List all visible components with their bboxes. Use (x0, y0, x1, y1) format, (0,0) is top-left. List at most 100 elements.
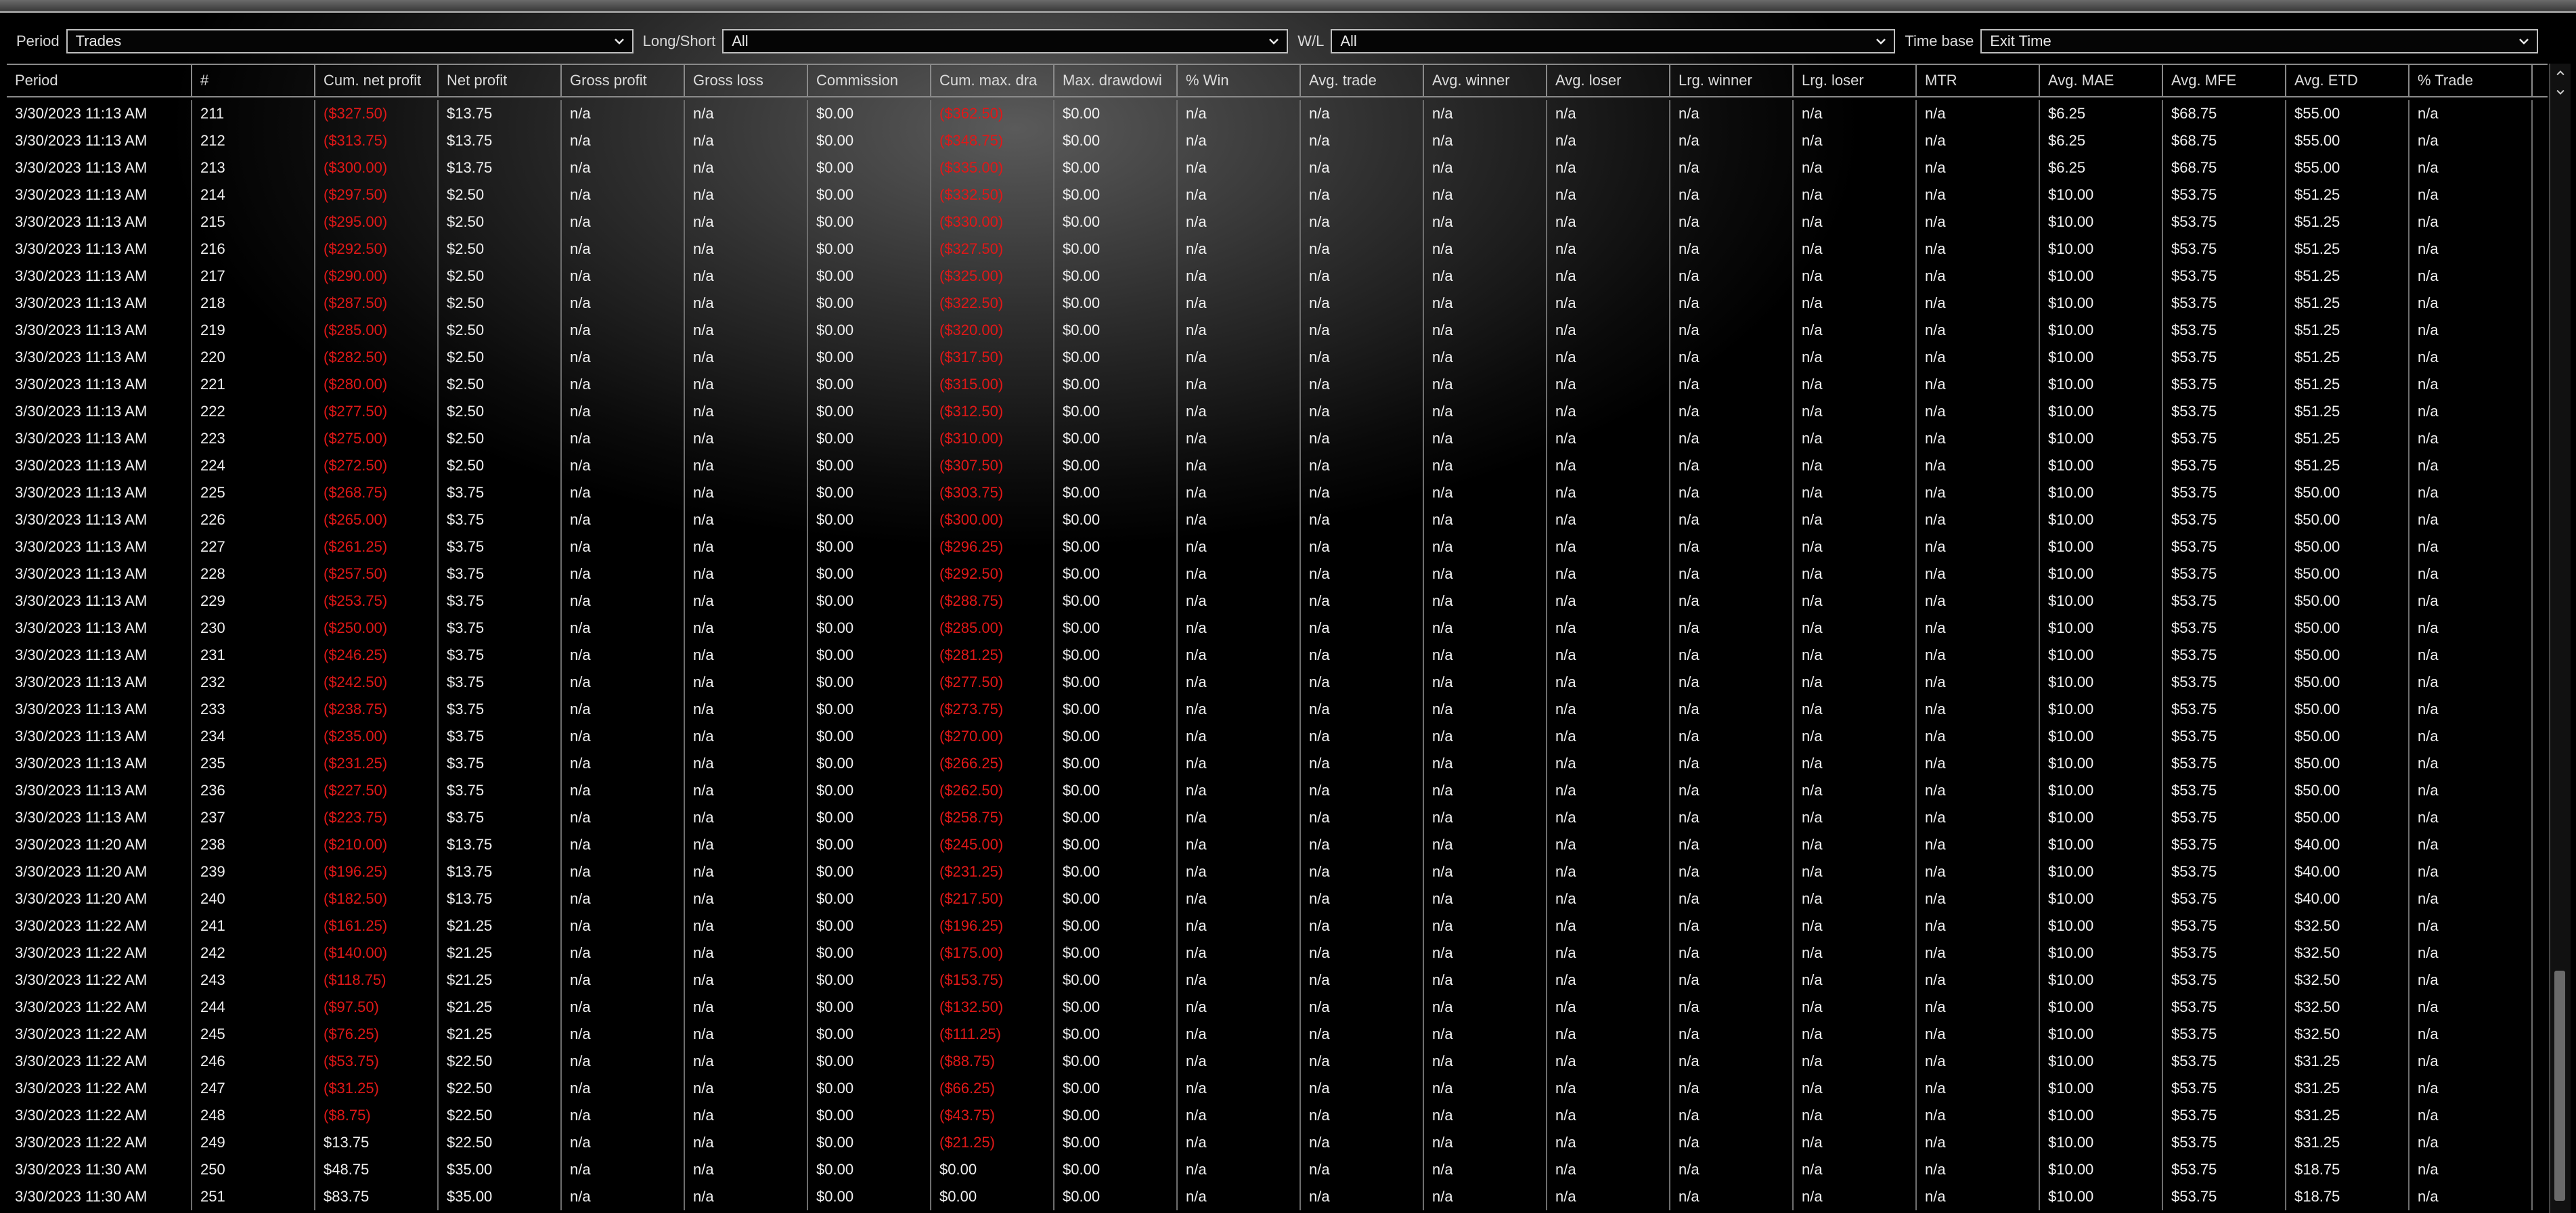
table-row[interactable]: 3/30/2023 11:13 AM 228 ($257.50) $3.75 n/a n/… (7, 560, 2548, 588)
table-cell: n/a (1547, 696, 1670, 723)
table-row[interactable]: 3/30/2023 11:13 AM 217 ($290.00) $2.50 n/a n/… (7, 263, 2548, 290)
table-cell: n/a (562, 1156, 685, 1183)
vertical-scrollbar[interactable] (2549, 64, 2571, 1213)
column-header[interactable]: Avg. winner (1424, 65, 1547, 96)
table-row[interactable]: 3/30/2023 11:22 AM 243 ($118.75) $21.25 n/a n… (7, 967, 2548, 994)
table-cell: n/a (685, 1075, 808, 1102)
table-cell: 3/30/2023 11:13 AM (7, 506, 192, 533)
table-cell: $0.00 (1054, 804, 1178, 831)
column-header[interactable]: Lrg. loser (1794, 65, 1917, 96)
period-select[interactable]: Trades (66, 29, 634, 53)
table-row[interactable]: 3/30/2023 11:13 AM 220 ($282.50) $2.50 n/a n/… (7, 344, 2548, 371)
long-short-select[interactable]: All (722, 29, 1289, 53)
table-row[interactable]: 3/30/2023 11:13 AM 211 ($327.50) $13.75 n/a n… (7, 100, 2548, 127)
table-row[interactable]: 3/30/2023 11:13 AM 215 ($295.00) $2.50 n/a n/… (7, 208, 2548, 236)
table-cell: $0.00 (1054, 723, 1178, 750)
column-header[interactable]: Avg. MAE (2040, 65, 2163, 96)
table-row[interactable]: 3/30/2023 11:20 AM 240 ($182.50) $13.75 n/a n… (7, 885, 2548, 912)
table-row[interactable]: 3/30/2023 11:13 AM 231 ($246.25) $3.75 n/a n/… (7, 642, 2548, 669)
table-row[interactable]: 3/30/2023 11:13 AM 236 ($227.50) $3.75 n/a n/… (7, 777, 2548, 804)
column-header[interactable]: Cum. net profit (315, 65, 439, 96)
table-cell: n/a (1794, 127, 1917, 154)
column-header[interactable]: % Win (1178, 65, 1301, 96)
column-header[interactable]: Gross loss (685, 65, 808, 96)
table-cell: $51.25 (2286, 290, 2410, 317)
column-header[interactable]: Avg. trade (1301, 65, 1424, 96)
column-header[interactable]: Cum. max. dra (931, 65, 1054, 96)
column-header[interactable]: Lrg. winner (1670, 65, 1794, 96)
table-cell: 224 (192, 452, 315, 479)
table-row[interactable]: 3/30/2023 11:13 AM 232 ($242.50) $3.75 n/a n/… (7, 669, 2548, 696)
table-cell: n/a (1301, 317, 1424, 344)
table-row[interactable]: 3/30/2023 11:22 AM 247 ($31.25) $22.50 n/a n/… (7, 1075, 2548, 1102)
table-row[interactable]: 3/30/2023 11:13 AM 224 ($272.50) $2.50 n/a n/… (7, 452, 2548, 479)
table-row[interactable]: 3/30/2023 11:20 AM 239 ($196.25) $13.75 n/a n… (7, 858, 2548, 885)
column-header[interactable]: Gross profit (562, 65, 685, 96)
table-cell: $2.50 (439, 452, 562, 479)
table-row[interactable]: 3/30/2023 11:22 AM 244 ($97.50) $21.25 n/a n/… (7, 994, 2548, 1021)
column-header[interactable]: Commission (808, 65, 931, 96)
table-cell: n/a (1917, 560, 2040, 588)
column-header[interactable]: Max. drawdowi (1054, 65, 1178, 96)
table-row[interactable]: 3/30/2023 11:22 AM 249 $13.75 $22.50 n/a n/a $… (7, 1129, 2548, 1156)
column-header[interactable]: % Trade (2410, 65, 2533, 96)
column-header[interactable]: MTR (1917, 65, 2040, 96)
table-row[interactable]: 3/30/2023 11:13 AM 226 ($265.00) $3.75 n/a n/… (7, 506, 2548, 533)
table-row[interactable]: 3/30/2023 11:13 AM 214 ($297.50) $2.50 n/a n/… (7, 181, 2548, 208)
table-row[interactable]: 3/30/2023 11:13 AM 212 ($313.75) $13.75 n/a n… (7, 127, 2548, 154)
table-row[interactable]: 3/30/2023 11:13 AM 230 ($250.00) $3.75 n/a n/… (7, 615, 2548, 642)
table-row[interactable]: 3/30/2023 11:13 AM 223 ($275.00) $2.50 n/a n/… (7, 425, 2548, 452)
time-base-select[interactable]: Exit Time (1980, 29, 2539, 53)
table-cell: n/a (1794, 452, 1917, 479)
table-row[interactable]: 3/30/2023 11:22 AM 245 ($76.25) $21.25 n/a n/… (7, 1021, 2548, 1048)
table-cell: ($132.50) (931, 994, 1054, 1021)
table-row[interactable]: 3/30/2023 11:13 AM 213 ($300.00) $13.75 n/a n… (7, 154, 2548, 181)
table-row[interactable]: 3/30/2023 11:13 AM 218 ($287.50) $2.50 n/a n/… (7, 290, 2548, 317)
table-row[interactable]: 3/30/2023 11:22 AM 241 ($161.25) $21.25 n/a n… (7, 912, 2548, 940)
table-cell: $53.75 (2163, 642, 2286, 669)
table-row[interactable]: 3/30/2023 11:13 AM 221 ($280.00) $2.50 n/a n/… (7, 371, 2548, 398)
table-cell: n/a (1670, 371, 1794, 398)
table-row[interactable]: 3/30/2023 11:20 AM 238 ($210.00) $13.75 n/a n… (7, 831, 2548, 858)
table-cell: $0.00 (808, 154, 931, 181)
table-row[interactable]: 3/30/2023 11:22 AM 242 ($140.00) $21.25 n/a n… (7, 940, 2548, 967)
table-row[interactable]: 3/30/2023 11:22 AM 246 ($53.75) $22.50 n/a n/… (7, 1048, 2548, 1075)
table-row[interactable]: 3/30/2023 11:13 AM 227 ($261.25) $3.75 n/a n/… (7, 533, 2548, 560)
table-row[interactable]: 3/30/2023 11:30 AM 251 $83.75 $35.00 n/a n/a $… (7, 1183, 2548, 1210)
table-row[interactable]: 3/30/2023 11:30 AM 250 $48.75 $35.00 n/a n/a $… (7, 1156, 2548, 1183)
table-cell: $50.00 (2286, 696, 2410, 723)
column-header[interactable]: Net profit (439, 65, 562, 96)
table-cell: $68.75 (2163, 154, 2286, 181)
table-row[interactable]: 3/30/2023 11:13 AM 222 ($277.50) $2.50 n/a n/… (7, 398, 2548, 425)
table-cell: n/a (685, 967, 808, 994)
table-row[interactable]: 3/30/2023 11:13 AM 229 ($253.75) $3.75 n/a n/… (7, 588, 2548, 615)
wl-select[interactable]: All (1331, 29, 1896, 53)
table-row[interactable]: 3/30/2023 11:13 AM 219 ($285.00) $2.50 n/a n/… (7, 317, 2548, 344)
column-header[interactable]: Avg. ETD (2286, 65, 2410, 96)
table-row[interactable]: 3/30/2023 11:13 AM 237 ($223.75) $3.75 n/a n/… (7, 804, 2548, 831)
table-cell: 3/30/2023 11:13 AM (7, 479, 192, 506)
column-header[interactable]: Avg. loser (1547, 65, 1670, 96)
scrollbar-thumb[interactable] (2554, 971, 2565, 1201)
table-cell: 221 (192, 371, 315, 398)
column-header[interactable]: Period (7, 65, 192, 96)
table-row[interactable]: 3/30/2023 11:13 AM 235 ($231.25) $3.75 n/a n/… (7, 750, 2548, 777)
table-cell: 247 (192, 1075, 315, 1102)
table-cell: n/a (685, 127, 808, 154)
arrow-up-icon[interactable] (2550, 65, 2571, 81)
table-row[interactable]: 3/30/2023 11:13 AM 233 ($238.75) $3.75 n/a n/… (7, 696, 2548, 723)
column-header[interactable]: # (192, 65, 315, 96)
table-row[interactable]: 3/30/2023 11:13 AM 216 ($292.50) $2.50 n/a n/… (7, 236, 2548, 263)
table-cell: ($300.00) (315, 154, 439, 181)
table-cell: $53.75 (2163, 263, 2286, 290)
table-row[interactable]: 3/30/2023 11:13 AM 225 ($268.75) $3.75 n/a n/… (7, 479, 2548, 506)
arrow-down-icon[interactable] (2550, 84, 2571, 100)
table-row[interactable]: 3/30/2023 11:13 AM 234 ($235.00) $3.75 n/a n/… (7, 723, 2548, 750)
table-cell: n/a (685, 452, 808, 479)
table-cell: 3/30/2023 11:20 AM (7, 858, 192, 885)
table-cell: n/a (1301, 371, 1424, 398)
column-header[interactable]: Avg. MFE (2163, 65, 2286, 96)
table-cell: ($292.50) (315, 236, 439, 263)
table-cell: ($21.25) (931, 1129, 1054, 1156)
table-row[interactable]: 3/30/2023 11:22 AM 248 ($8.75) $22.50 n/a n/a… (7, 1102, 2548, 1129)
